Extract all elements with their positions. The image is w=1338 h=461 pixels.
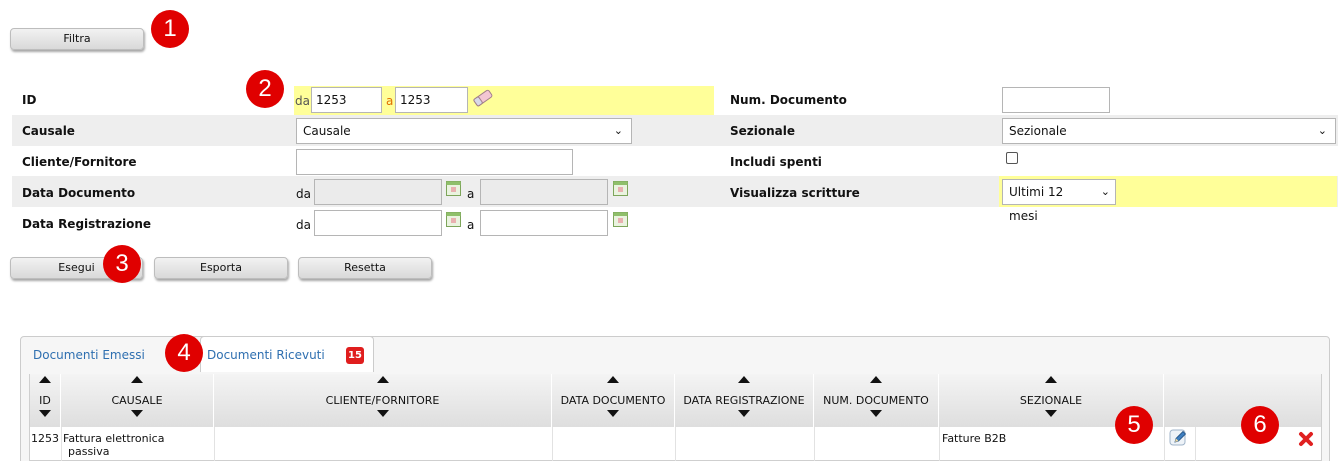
column-header-id-label: ID	[39, 394, 51, 407]
column-separator	[214, 427, 215, 461]
cliente-fornitore-input[interactable]	[296, 149, 573, 175]
sort-desc-icon[interactable]	[1045, 410, 1057, 417]
column-header-num-documento[interactable]: NUM. DOCUMENTO	[814, 374, 939, 427]
label-cliente-fornitore: Cliente/Fornitore	[22, 155, 137, 169]
column-separator	[61, 427, 62, 461]
column-separator	[939, 427, 940, 461]
chevron-down-icon: ⌄	[613, 124, 623, 137]
column-separator	[552, 427, 553, 461]
label-sezionale: Sezionale	[730, 124, 796, 138]
data-registrazione-to-prefix: a	[467, 218, 475, 232]
label-data-registrazione: Data Registrazione	[22, 217, 152, 231]
sort-desc-icon[interactable]	[39, 410, 51, 417]
data-registrazione-from-prefix: da	[296, 218, 311, 232]
column-separator	[675, 427, 676, 461]
data-registrazione-from-input[interactable]	[314, 210, 442, 236]
causale-selected: Causale	[303, 124, 351, 138]
calendar-icon[interactable]	[446, 212, 461, 227]
table-row-id: 1253	[31, 432, 59, 445]
callout-1: 1	[151, 10, 189, 48]
column-header-cliente-fornitore-label: CLIENTE/FORNITORE	[325, 394, 440, 407]
num-documento-input[interactable]	[1002, 87, 1110, 113]
column-header-causale[interactable]: CAUSALE	[61, 374, 214, 427]
resetta-button[interactable]: Resetta	[298, 257, 432, 279]
table-row-sezionale: Fatture B2B	[942, 432, 1007, 445]
delete-icon[interactable]	[1298, 431, 1314, 447]
sort-asc-icon[interactable]	[870, 376, 882, 383]
includi-spenti-checkbox[interactable]	[1006, 152, 1018, 164]
eraser-icon[interactable]	[472, 88, 494, 108]
table-row-causale: Fattura elettronica passiva	[63, 432, 164, 458]
id-from-prefix: da	[295, 94, 310, 108]
callout-5: 5	[1115, 406, 1153, 444]
calendar-icon[interactable]	[613, 181, 628, 196]
tab-documenti-emessi[interactable]: Documenti Emessi	[33, 346, 145, 364]
column-separator	[814, 427, 815, 461]
table-row-causale-line1: Fattura elettronica	[63, 432, 165, 445]
calendar-icon[interactable]	[446, 181, 461, 196]
sort-desc-icon[interactable]	[131, 410, 143, 417]
visualizza-scritture-selected: Ultimi 12 mesi	[1009, 185, 1064, 223]
column-header-data-registrazione[interactable]: DATA REGISTRAZIONE	[675, 374, 814, 427]
sort-asc-icon[interactable]	[1045, 376, 1057, 383]
sort-asc-icon[interactable]	[738, 376, 750, 383]
sort-asc-icon[interactable]	[607, 376, 619, 383]
chevron-down-icon: ⌄	[1100, 185, 1110, 198]
filtra-button[interactable]: Filtra	[10, 28, 144, 50]
documenti-ricevuti-count-badge: 15	[346, 347, 364, 364]
label-num-documento: Num. Documento	[730, 93, 847, 107]
data-documento-from-input[interactable]	[314, 179, 442, 205]
column-header-data-documento-label: DATA DOCUMENTO	[560, 394, 666, 407]
edit-icon[interactable]	[1169, 428, 1189, 448]
data-documento-to-prefix: a	[467, 187, 475, 201]
callout-2: 2	[246, 70, 284, 108]
sort-desc-icon[interactable]	[607, 410, 619, 417]
sort-desc-icon[interactable]	[738, 410, 750, 417]
label-id: ID	[22, 93, 37, 107]
table-row-causale-line2: passiva	[68, 445, 110, 458]
column-header-causale-label: CAUSALE	[111, 394, 163, 407]
column-header-num-documento-label: NUM. DOCUMENTO	[823, 394, 929, 407]
sort-desc-icon[interactable]	[870, 410, 882, 417]
visualizza-scritture-select[interactable]: Ultimi 12 mesi ⌄	[1002, 179, 1116, 223]
column-header-cliente-fornitore[interactable]: CLIENTE/FORNITORE	[214, 374, 552, 427]
data-documento-to-input[interactable]	[480, 179, 608, 205]
column-header-id[interactable]: ID	[30, 374, 61, 427]
causale-select[interactable]: Causale ⌄	[296, 118, 632, 144]
sort-asc-icon[interactable]	[39, 376, 51, 383]
label-causale: Causale	[22, 124, 75, 138]
column-header-data-registrazione-label: DATA REGISTRAZIONE	[683, 394, 805, 407]
calendar-icon[interactable]	[613, 212, 628, 227]
column-separator	[1195, 427, 1196, 461]
esporta-button[interactable]: Esporta	[154, 257, 288, 279]
sort-desc-icon[interactable]	[376, 410, 389, 417]
label-includi-spenti: Includi spenti	[730, 155, 822, 169]
id-to-prefix: a	[386, 94, 394, 108]
label-visualizza-scritture: Visualizza scritture	[730, 186, 860, 200]
label-data-documento: Data Documento	[22, 186, 136, 200]
id-from-input[interactable]: 1253	[311, 87, 382, 113]
sort-asc-icon[interactable]	[376, 376, 389, 383]
chevron-down-icon: ⌄	[1317, 124, 1327, 137]
column-header-data-documento[interactable]: DATA DOCUMENTO	[552, 374, 675, 427]
tab-documenti-ricevuti[interactable]: Documenti Ricevuti	[207, 346, 325, 364]
callout-3: 3	[103, 245, 141, 283]
callout-6: 6	[1241, 406, 1279, 444]
sort-asc-icon[interactable]	[131, 376, 143, 383]
data-registrazione-to-input[interactable]	[480, 210, 608, 236]
callout-4: 4	[165, 334, 203, 372]
sezionale-selected: Sezionale	[1009, 124, 1067, 138]
column-separator	[1164, 427, 1165, 461]
data-documento-from-prefix: da	[296, 187, 311, 201]
sezionale-select[interactable]: Sezionale ⌄	[1002, 118, 1336, 144]
id-to-input[interactable]: 1253	[395, 87, 468, 113]
